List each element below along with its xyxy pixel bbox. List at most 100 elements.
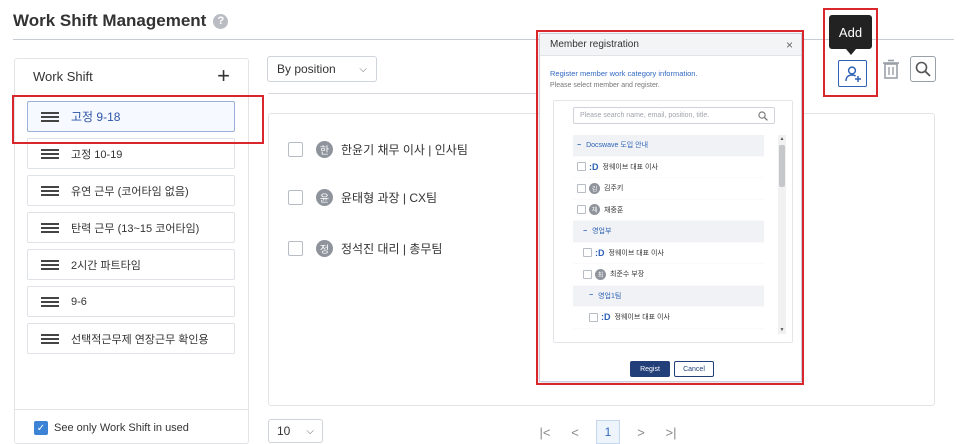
help-icon[interactable]: ?	[213, 13, 229, 29]
menu-icon	[41, 111, 59, 122]
position-select-value: By position	[277, 62, 336, 76]
menu-icon	[41, 222, 59, 233]
member-tree-box: Please search name, email, position, tit…	[553, 100, 793, 343]
member-name: 정석진 대리 | 총무팀	[341, 242, 443, 256]
add-tooltip: Add	[829, 15, 872, 55]
current-page[interactable]: 1	[596, 420, 620, 444]
tree-group-label: 영업부	[592, 228, 612, 236]
member-checkbox[interactable]	[288, 142, 303, 157]
tree-user[interactable]: 채 채중훈	[573, 200, 764, 221]
tree-user[interactable]: :D 정웨이브 대표 이사	[573, 157, 764, 178]
tree-user-label: 정웨이브 대표 이사	[614, 314, 670, 322]
work-shift-panel-header: Work Shift +	[15, 59, 248, 93]
work-shift-panel: Work Shift + 고정 9-18 고정 10-19 유연 근무 (코어타…	[14, 58, 249, 444]
page-title-text: Work Shift Management	[13, 11, 207, 30]
position-select[interactable]: By position ⌵	[267, 56, 377, 82]
work-shift-item-label: 탄력 근무 (13~15 코어타임)	[71, 222, 200, 235]
cancel-button[interactable]: Cancel	[674, 361, 714, 377]
search-icon	[758, 110, 768, 121]
menu-icon	[41, 259, 59, 270]
tree-checkbox[interactable]	[583, 269, 592, 279]
work-shift-item[interactable]: 2시간 파트타임	[27, 249, 235, 280]
tree-user[interactable]: 김 김주키	[573, 178, 764, 200]
prev-page-button[interactable]: <	[560, 420, 590, 444]
first-page-button[interactable]: |<	[530, 420, 560, 444]
tree-group[interactable]: − Docswave 도입 안내	[573, 135, 764, 157]
tree-checkbox[interactable]	[577, 162, 586, 172]
last-page-button[interactable]: >|	[656, 420, 686, 444]
pagination: |< < 1 > >|	[530, 420, 686, 444]
avatar: 채	[589, 204, 600, 216]
work-shift-item[interactable]: 고정 9-18	[27, 101, 235, 132]
work-shift-item[interactable]: 9-6	[27, 286, 235, 317]
scroll-down-icon[interactable]: ▼	[778, 326, 786, 334]
next-page-button[interactable]: >	[626, 420, 656, 444]
collapse-icon[interactable]: −	[589, 292, 593, 299]
work-shift-panel-title: Work Shift	[33, 68, 93, 84]
regist-button[interactable]: Regist	[630, 361, 670, 377]
title-divider	[13, 39, 954, 40]
work-shift-item-label: 선택적근무제 연장근무 확인용	[71, 333, 209, 346]
work-shift-item-label: 고정 9-18	[71, 110, 121, 124]
member-row[interactable]: 정 정석진 대리 | 총무팀	[288, 240, 442, 257]
tree-user[interactable]: :D 정웨이브 대표 이사	[573, 307, 764, 329]
modal-header: Member registration ×	[540, 34, 801, 56]
tree-user-label: 김주키	[604, 185, 624, 193]
member-name: 윤태형 과장 | CX팀	[341, 191, 438, 205]
collapse-icon[interactable]: −	[577, 142, 581, 149]
trash-icon[interactable]	[882, 59, 900, 79]
work-shift-item[interactable]: 탄력 근무 (13~15 코어타임)	[27, 212, 235, 243]
menu-icon	[41, 333, 59, 344]
member-tree: − Docswave 도입 안내 :D 정웨이브 대표 이사 김 김주키 채 채중훈 −…	[573, 135, 764, 334]
tree-user[interactable]: 최 최준수 부장	[573, 264, 764, 286]
add-user-icon	[844, 65, 861, 82]
member-search-input[interactable]: Please search name, email, position, tit…	[573, 107, 775, 124]
tree-group[interactable]: − 영업1팀	[573, 285, 764, 307]
scroll-thumb[interactable]	[779, 145, 785, 187]
page-size-value: 10	[277, 424, 291, 438]
close-icon[interactable]: ×	[786, 38, 793, 52]
add-member-button[interactable]	[838, 60, 867, 87]
work-shift-item[interactable]: 고정 10-19	[27, 138, 235, 169]
panel-footer-divider	[15, 409, 248, 410]
tree-scrollbar[interactable]: ▲ ▼	[778, 135, 786, 334]
avatar: 윤	[316, 189, 333, 206]
tree-group[interactable]: − 영업부	[573, 221, 764, 243]
collapse-icon[interactable]: −	[583, 228, 587, 235]
avatar: 최	[595, 268, 606, 280]
member-checkbox[interactable]	[288, 241, 303, 256]
work-shift-list: 고정 9-18 고정 10-19 유연 근무 (코어타임 없음) 탄력 근무 (…	[27, 101, 235, 360]
used-only-filter[interactable]: ✓ See only Work Shift in used	[34, 421, 189, 435]
docswave-logo-icon: :D	[589, 161, 599, 172]
page-size-select[interactable]: 10 ⌵	[268, 419, 323, 443]
tree-user-label: 최준수 부장	[610, 271, 645, 279]
tree-checkbox[interactable]	[577, 205, 586, 215]
tree-checkbox[interactable]	[577, 183, 586, 193]
work-shift-item[interactable]: 선택적근무제 연장근무 확인용	[27, 323, 235, 354]
search-button[interactable]	[910, 56, 936, 82]
member-row[interactable]: 윤 윤태형 과장 | CX팀	[288, 189, 437, 206]
scroll-up-icon[interactable]: ▲	[778, 135, 786, 143]
docswave-logo-icon: :D	[601, 312, 611, 323]
modal-description: Register member work category informatio…	[550, 69, 698, 78]
member-name: 한윤기 채무 이사 | 인사팀	[341, 143, 468, 157]
member-row[interactable]: 한 한윤기 채무 이사 | 인사팀	[288, 141, 468, 158]
chevron-down-icon: ⌵	[359, 63, 367, 75]
docswave-logo-icon: :D	[595, 247, 605, 258]
main-divider	[268, 93, 536, 94]
work-shift-item-label: 9-6	[71, 295, 87, 308]
page-title: Work Shift Management ?	[13, 11, 229, 31]
tree-checkbox[interactable]	[583, 248, 592, 258]
work-shift-item[interactable]: 유연 근무 (코어타임 없음)	[27, 175, 235, 206]
member-checkbox[interactable]	[288, 190, 303, 205]
tree-group-label: Docswave 도입 안내	[586, 142, 649, 150]
tree-user-label: 채중훈	[604, 206, 624, 214]
used-only-checkbox[interactable]: ✓	[34, 421, 48, 435]
modal-subdescription: Please select member and register.	[550, 82, 660, 89]
tree-user[interactable]: :D 정웨이브 대표 이사	[573, 243, 764, 264]
tree-checkbox[interactable]	[589, 312, 598, 322]
add-work-shift-button[interactable]: +	[217, 65, 230, 87]
work-shift-item-label: 유연 근무 (코어타임 없음)	[71, 185, 189, 198]
menu-icon	[41, 185, 59, 196]
work-shift-item-label: 고정 10-19	[71, 148, 123, 161]
